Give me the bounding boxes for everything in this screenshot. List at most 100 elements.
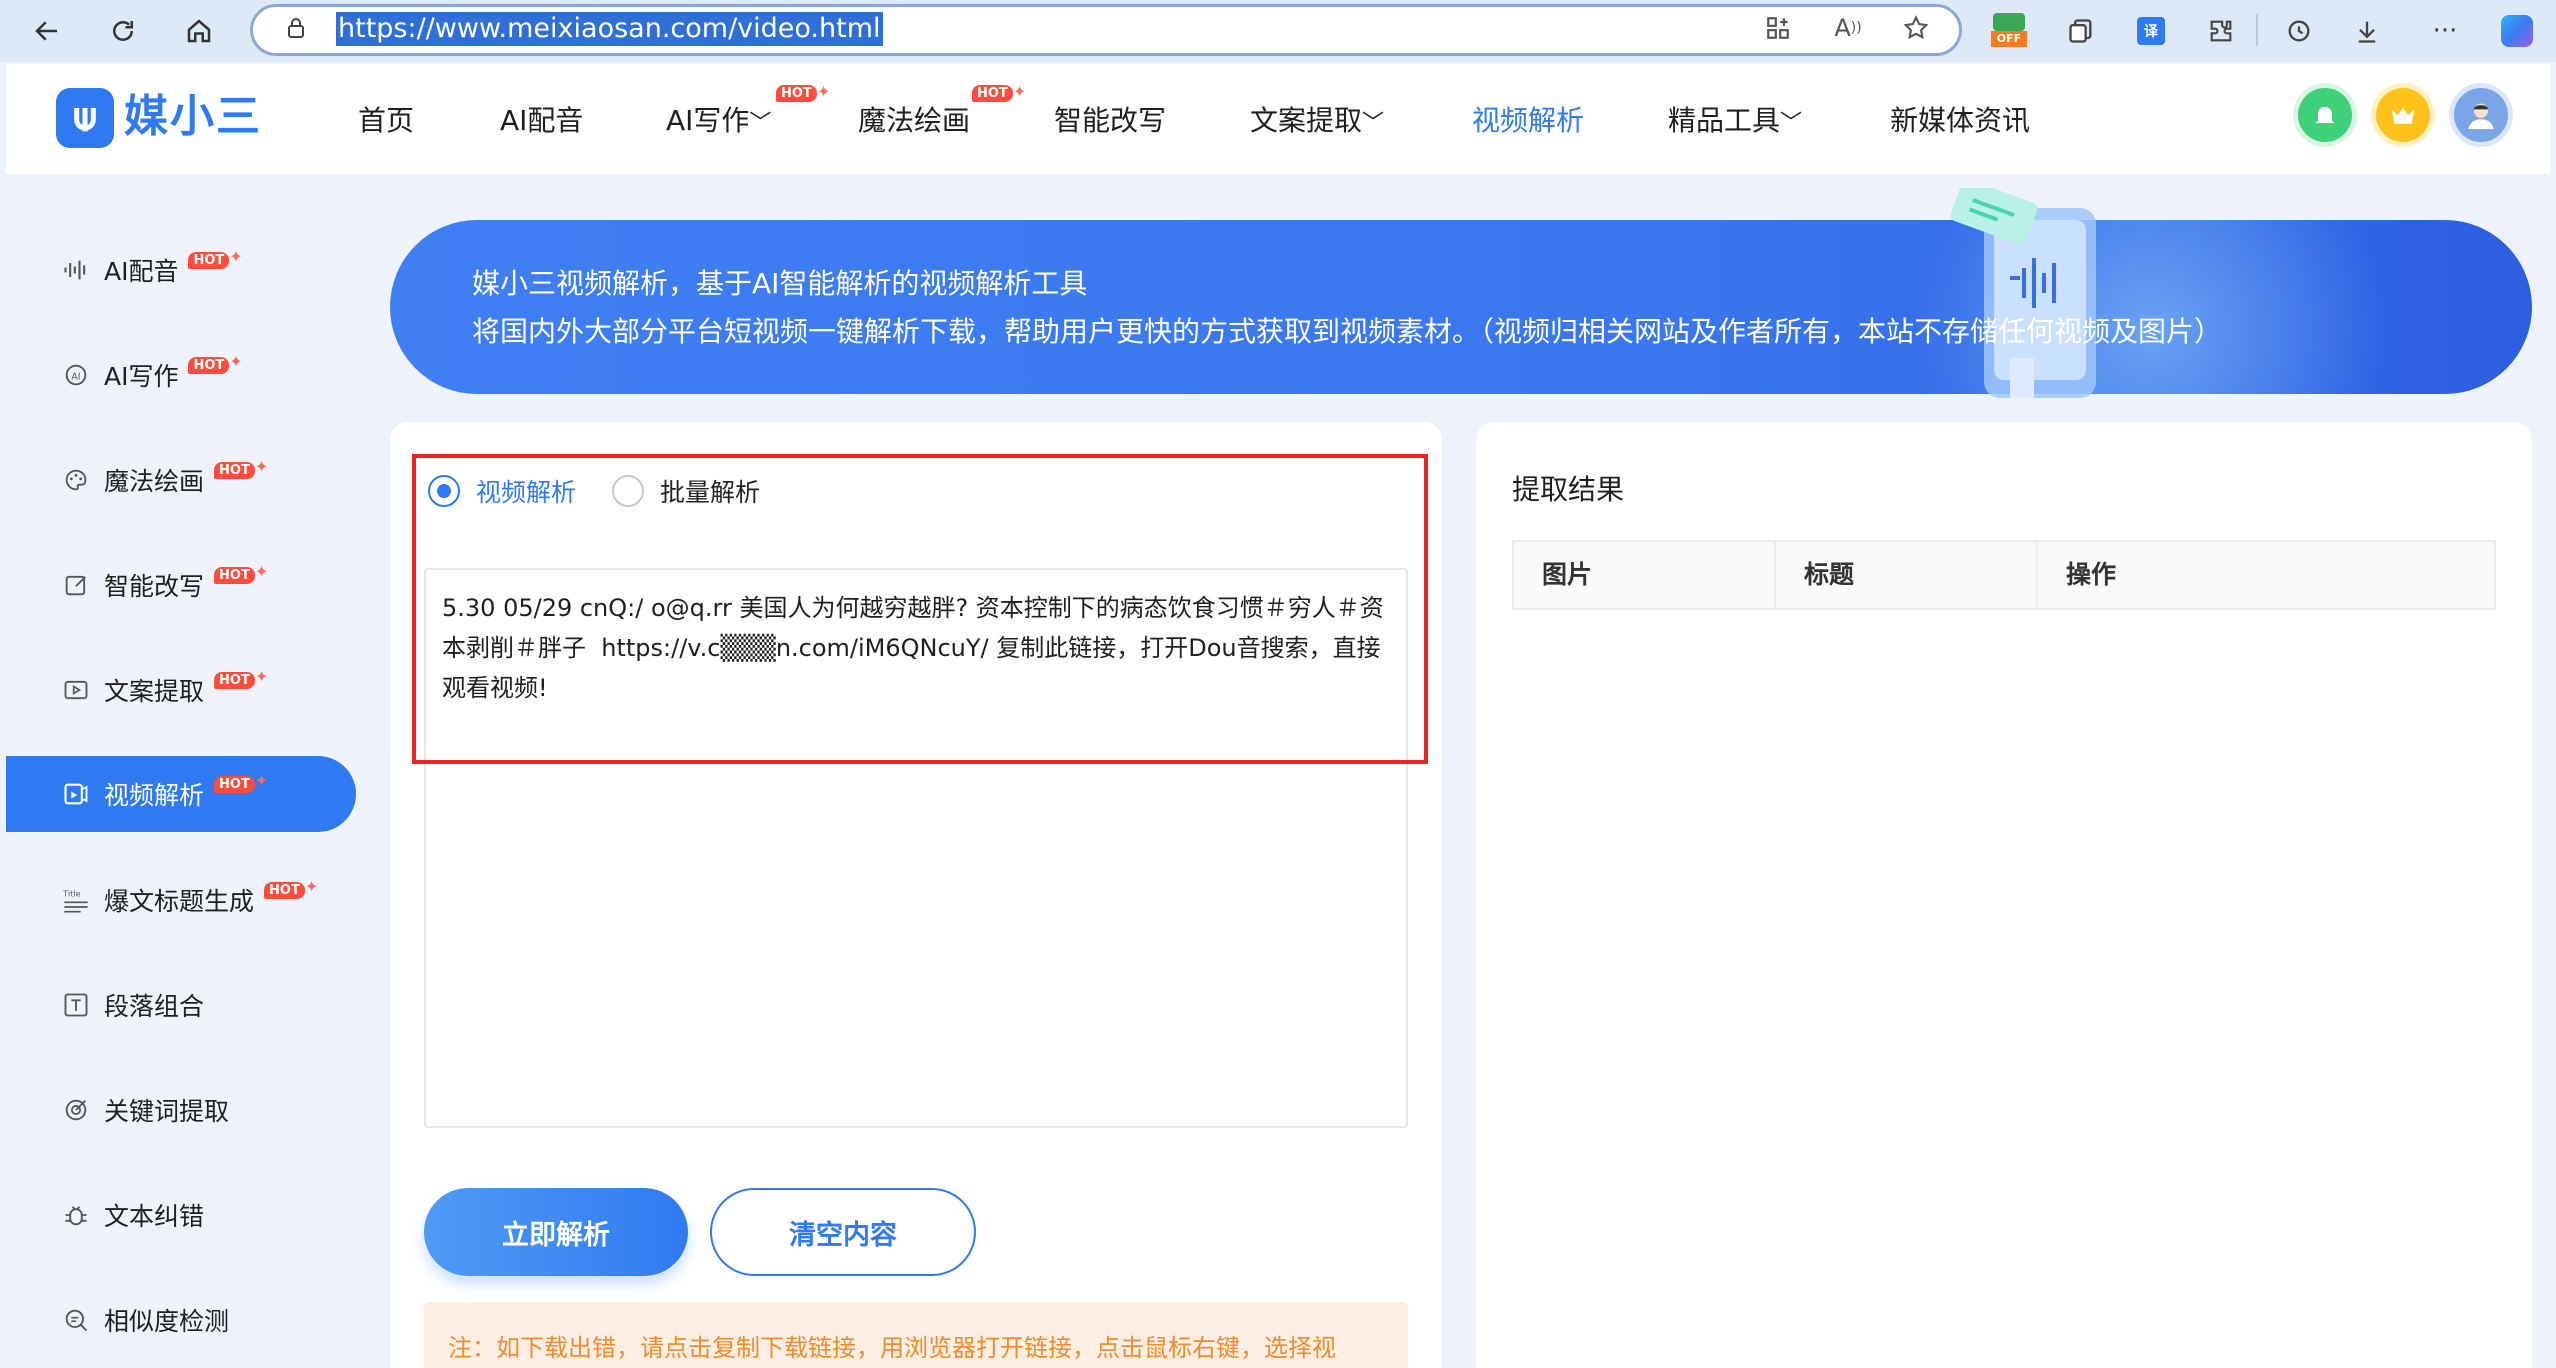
nav-ai-dubbing[interactable]: AI配音 [500,100,583,142]
sidebar-item-label: 魔法绘画 [104,467,205,496]
hot-badge: HOT [214,461,255,479]
extension-off-icon[interactable]: OFF [1990,12,2028,50]
sidebar-item-text-correction[interactable]: 文本纠错 [6,1177,356,1253]
nav-smart-rewrite[interactable]: 智能改写 [1054,100,1166,142]
waveform-icon [60,254,92,286]
sidebar-item-paragraph-combine[interactable]: 段落组合 [6,967,356,1043]
nav-label: AI配音 [500,104,584,137]
logo-text[interactable]: 媒小三 [124,86,262,148]
hot-badge: HOT ✦ [972,82,1026,102]
avatar[interactable] [2454,88,2508,142]
parse-button[interactable]: 立即解析 [424,1188,688,1276]
sidebar-item-video-parse[interactable]: 视频解析 HOT ✦ [6,756,356,832]
banner-description: 将国内外大部分平台短视频一键解析下载，帮助用户更快的方式获取到视频素材。（视频归… [472,315,2223,348]
more-icon[interactable]: ··· [2426,12,2464,50]
sidebar-item-label: AI配音 [104,257,179,286]
sparkle-icon: ✦ [229,246,243,266]
bell-icon[interactable] [2298,88,2352,142]
text-block-icon [60,989,92,1021]
crown-icon[interactable] [2376,88,2430,142]
hero-banner [390,220,2532,394]
nav-text-extract[interactable]: 文案提取﹀ [1250,100,1384,142]
bug-icon [60,1199,92,1231]
sidebar-item-label: 爆文标题生成 [104,887,255,916]
download-icon[interactable] [2348,12,2386,50]
chevron-down-icon: ﹀ [1780,111,1803,136]
sidebar-item-text-extract[interactable]: 文案提取 HOT ✦ [6,652,356,728]
nav-premium-tools[interactable]: 精品工具﹀ [1668,100,1802,142]
history-icon[interactable] [2280,12,2318,50]
copilot-icon[interactable] [2498,12,2536,50]
sparkle-icon: ✦ [254,561,269,581]
column-image: 图片 [1514,542,1776,608]
nav-label: 视频解析 [1472,104,1585,137]
hot-badge: HOT ✦ [776,82,830,102]
nav-label: 精品工具 [1668,104,1781,137]
title-icon: Title [60,884,92,916]
video-parse-icon [60,778,92,810]
logo-icon[interactable] [56,88,114,148]
hot-badge: HOT [214,671,255,689]
chevron-down-icon: ﹀ [1362,111,1385,136]
nav-home[interactable]: 首页 [358,100,414,142]
nav-magic-drawing[interactable]: 魔法绘画 [858,100,970,142]
sidebar-item-label: 视频解析 [104,781,205,810]
search-doc-icon [60,1304,92,1336]
sidebar-item-ai-dubbing[interactable]: AI配音 HOT ✦ [6,232,356,308]
sidebar-item-label: 相似度检测 [104,1307,230,1336]
sidebar-item-smart-rewrite[interactable]: 智能改写 HOT ✦ [6,547,356,623]
clear-button[interactable]: 清空内容 [710,1188,976,1276]
url-text[interactable]: https://www.meixiaosan.com/video.html [336,12,883,46]
sidebar-item-label: 段落组合 [104,992,205,1021]
video-text-icon [60,674,92,706]
svg-text:Title: Title [62,889,80,899]
sidebar-item-title-generator[interactable]: Title 爆文标题生成 HOT ✦ [6,862,356,938]
nav-label: 智能改写 [1054,104,1167,137]
nav-ai-writing[interactable]: AI写作﹀ [666,100,771,142]
sparkle-icon: ✦ [304,876,319,896]
highlight-box [412,454,1428,764]
toolbar-divider [2256,14,2258,46]
sidebar-item-magic-drawing[interactable]: 魔法绘画 HOT ✦ [6,442,356,518]
hot-badge: HOT [214,775,255,793]
nav-label: AI写作 [666,104,750,137]
sidebar-item-label: 文案提取 [104,677,205,706]
home-icon[interactable] [176,8,222,54]
back-icon[interactable] [24,8,70,54]
extension-badge: OFF [1991,31,2027,47]
column-title: 标题 [1776,542,2038,608]
hot-badge: HOT [214,566,255,584]
hot-badge: HOT [188,356,230,374]
nav-video-parse[interactable]: 视频解析 [1472,100,1584,142]
lock-icon[interactable] [280,12,312,44]
favorite-star-icon[interactable] [1900,12,1932,44]
results-table-header: 图片 标题 操作 [1512,540,2496,610]
sidebar-item-ai-writing[interactable]: AI AI写作 HOT ✦ [6,337,356,413]
sparkle-icon: ✦ [254,456,269,476]
apps-icon[interactable] [1762,12,1794,44]
banner-title: 媒小三视频解析，基于AI智能解析的视频解析工具 [472,267,1088,300]
sidebar-item-similarity-check[interactable]: 相似度检测 [6,1282,356,1358]
nav-label: 魔法绘画 [858,104,971,137]
read-aloud-icon[interactable]: A)) [1832,12,1864,44]
translate-icon[interactable]: 译 [2132,12,2170,50]
collections-icon[interactable] [2062,12,2100,50]
refresh-icon[interactable] [100,8,146,54]
svg-text:AI: AI [71,372,80,383]
nav-new-media-news[interactable]: 新媒体资讯 [1890,100,2030,142]
sidebar-item-label: 文本纠错 [104,1202,205,1231]
results-title: 提取结果 [1512,473,1625,506]
sparkle-icon: ✦ [254,666,269,686]
nav-label: 新媒体资讯 [1890,104,2031,137]
edit-icon [60,569,92,601]
sidebar-item-keyword-extract[interactable]: 关键词提取 [6,1072,356,1148]
column-actions: 操作 [2066,560,2117,589]
download-notice: 注：如下载出错，请点击复制下载链接，用浏览器打开链接，点击鼠标右键，选择视 [424,1302,1408,1368]
extensions-icon[interactable] [2202,12,2240,50]
nav-label: 首页 [358,104,415,137]
ai-write-icon: AI [60,359,92,391]
sparkle-icon: ✦ [254,770,269,790]
hot-badge: HOT [264,881,305,899]
nav-label: 文案提取 [1250,104,1363,137]
chevron-down-icon: ﹀ [749,111,772,136]
